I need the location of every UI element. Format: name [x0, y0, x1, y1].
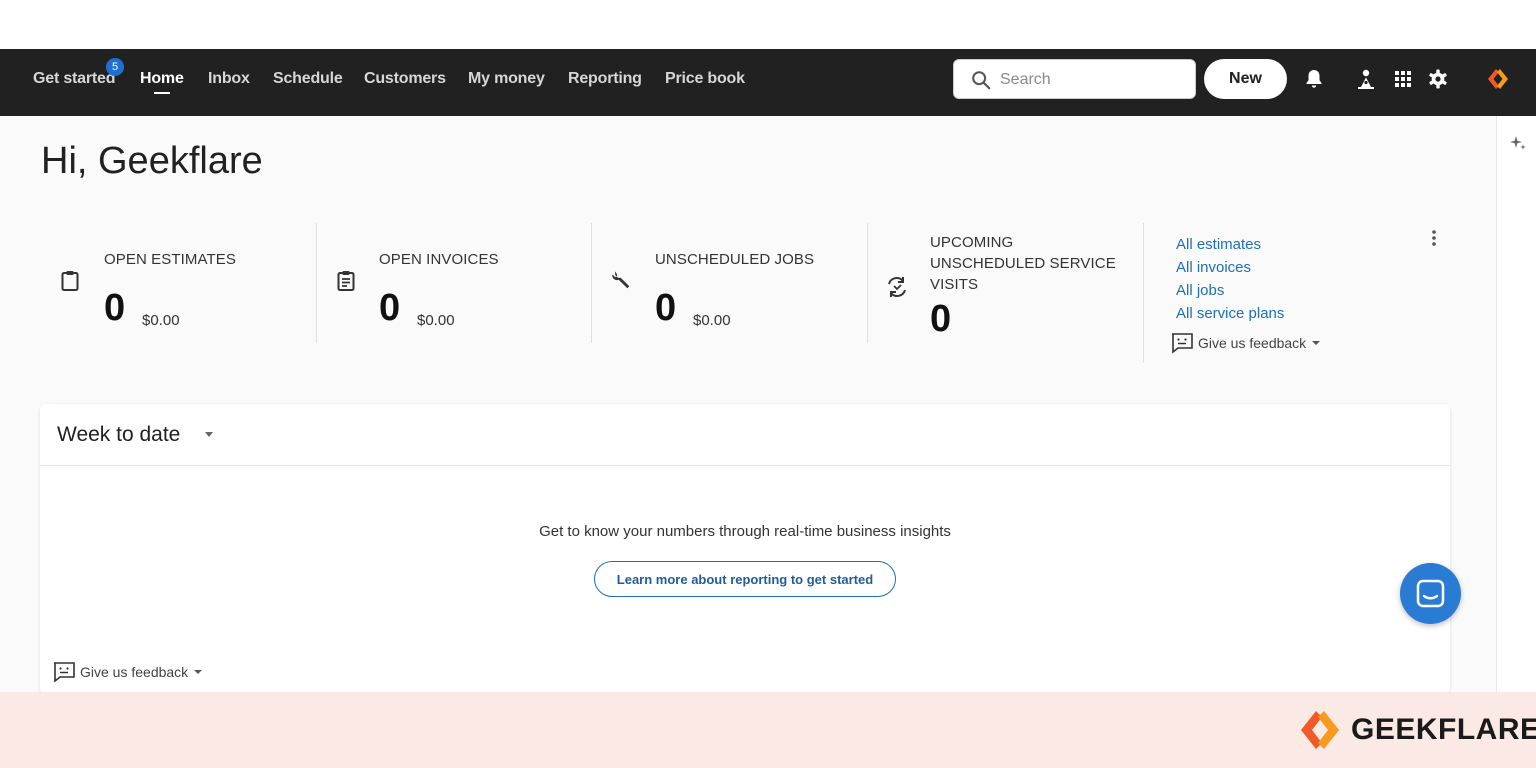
top-whitespace	[0, 0, 1536, 49]
chevron-down-icon	[1312, 341, 1321, 345]
week-to-date-card: Week to date Get to know your numbers th…	[40, 404, 1450, 694]
label-line: VISITS	[930, 276, 979, 293]
card-message: Get to know your numbers through real-ti…	[539, 523, 951, 540]
learn-more-reporting-button[interactable]: Learn more about reporting to get starte…	[594, 561, 896, 597]
feedback-face-icon	[1172, 333, 1193, 354]
wrench-icon	[612, 271, 630, 289]
service-visits-icon	[888, 277, 906, 297]
nav-reporting[interactable]: Reporting	[568, 70, 642, 88]
sparkle-icon[interactable]	[1509, 134, 1527, 152]
watermark-text: GEEKFLARE	[1351, 713, 1536, 746]
greeting-heading: Hi, Geekflare	[41, 140, 263, 182]
right-rail	[1496, 116, 1536, 692]
nav-home[interactable]: Home	[140, 70, 184, 88]
search-box[interactable]	[953, 59, 1196, 99]
active-tab-indicator	[154, 92, 170, 94]
unscheduled-jobs-label: UNSCHEDULED JOBS	[655, 251, 815, 268]
divider	[1143, 223, 1144, 363]
upcoming-service-visits-label: UPCOMING UNSCHEDULED SERVICE VISITS	[930, 232, 1116, 295]
divider	[316, 223, 317, 343]
feedback-face-icon	[54, 662, 75, 683]
chat-icon	[1416, 579, 1445, 608]
divider	[591, 223, 592, 343]
card-title[interactable]: Week to date	[57, 423, 180, 447]
geekflare-logo-icon	[1301, 711, 1339, 749]
link-all-jobs[interactable]: All jobs	[1176, 279, 1284, 302]
open-invoices-label: OPEN INVOICES	[379, 251, 499, 268]
search-input[interactable]	[1000, 68, 1185, 92]
apps-grid-icon[interactable]	[1391, 67, 1415, 91]
open-invoices-amount: $0.00	[417, 312, 455, 329]
open-invoices-count: 0	[379, 287, 401, 329]
card-header: Week to date	[40, 404, 1450, 466]
upcoming-service-visits-count: 0	[930, 298, 952, 340]
quick-links: All estimates All invoices All jobs All …	[1176, 233, 1284, 325]
clipboard-icon	[61, 271, 79, 291]
link-all-service-plans[interactable]: All service plans	[1176, 302, 1284, 325]
feedback-label: Give us feedback	[1198, 335, 1307, 351]
link-all-invoices[interactable]: All invoices	[1176, 256, 1284, 279]
nav-inbox[interactable]: Inbox	[208, 70, 250, 88]
open-estimates-label: OPEN ESTIMATES	[104, 251, 236, 268]
unscheduled-jobs-count: 0	[655, 287, 677, 329]
get-started-badge: 5	[106, 58, 124, 76]
brand-logo-icon[interactable]	[1485, 66, 1511, 92]
chat-launcher-button[interactable]	[1400, 563, 1461, 624]
person-pin-icon[interactable]	[1354, 67, 1378, 91]
more-vert-icon[interactable]	[1424, 228, 1444, 248]
link-all-estimates[interactable]: All estimates	[1176, 233, 1284, 256]
chevron-down-icon[interactable]	[203, 431, 215, 439]
nav-price-book[interactable]: Price book	[665, 70, 745, 88]
nav-get-started[interactable]: Get started	[33, 70, 115, 88]
label-line: UPCOMING	[930, 234, 1014, 251]
nav-customers[interactable]: Customers	[364, 70, 446, 88]
chevron-down-icon	[194, 670, 203, 674]
label-line: UNSCHEDULED SERVICE	[930, 255, 1116, 272]
nav-my-money[interactable]: My money	[468, 70, 545, 88]
feedback-label: Give us feedback	[80, 664, 189, 680]
unscheduled-jobs-amount: $0.00	[693, 312, 731, 329]
divider	[867, 223, 868, 343]
search-icon	[972, 71, 991, 90]
feedback-dropdown-card[interactable]: Give us feedback	[52, 661, 212, 683]
open-estimates-count: 0	[104, 287, 126, 329]
nav-schedule[interactable]: Schedule	[273, 70, 343, 88]
bell-icon[interactable]	[1302, 67, 1326, 91]
feedback-dropdown-top[interactable]: Give us feedback	[1170, 332, 1330, 354]
invoice-icon	[337, 271, 355, 291]
new-button[interactable]: New	[1204, 59, 1287, 99]
gear-icon[interactable]	[1426, 67, 1450, 91]
open-estimates-amount: $0.00	[142, 312, 180, 329]
